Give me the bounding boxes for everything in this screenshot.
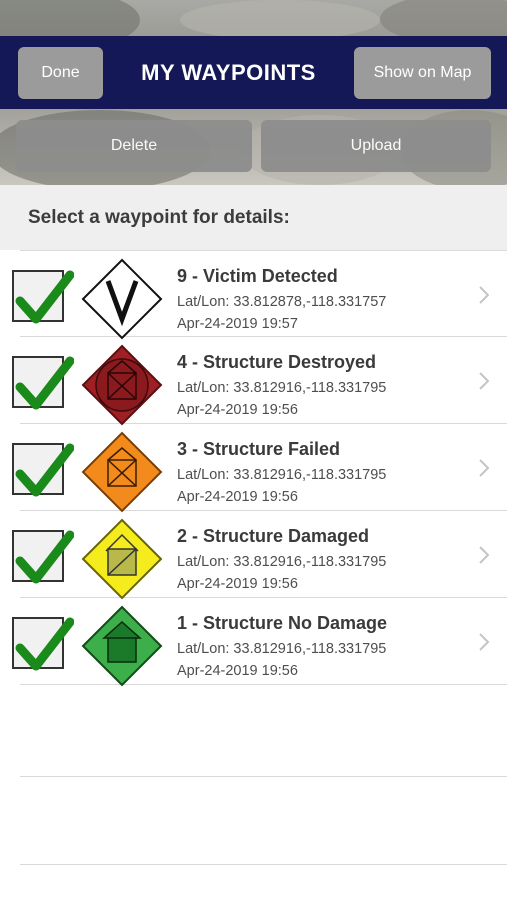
chevron-right-icon [479, 459, 489, 477]
action-bar: Delete Upload [0, 120, 507, 174]
waypoint-latlon: Lat/Lon: 33.812916,-118.331795 [177, 380, 387, 396]
waypoint-row[interactable]: 4 - Structure Destroyed Lat/Lon: 33.8129… [12, 337, 507, 426]
list-separator [20, 864, 507, 865]
structure-failed-icon [81, 431, 163, 513]
nav-bar: Done MY WAYPOINTS Show on Map [0, 36, 507, 109]
waypoint-latlon: Lat/Lon: 33.812916,-118.331795 [177, 467, 387, 483]
waypoint-title: 4 - Structure Destroyed [177, 352, 377, 372]
show-on-map-button[interactable]: Show on Map [354, 46, 491, 99]
waypoint-title: 9 - Victim Detected [177, 266, 338, 286]
waypoint-latlon: Lat/Lon: 33.812916,-118.331795 [177, 554, 387, 570]
waypoint-row[interactable]: 3 - Structure Failed Lat/Lon: 33.812916,… [12, 424, 507, 513]
waypoint-title: 1 - Structure No Damage [177, 613, 388, 633]
list-separator [20, 776, 507, 777]
waypoint-row[interactable]: 2 - Structure Damaged Lat/Lon: 33.812916… [12, 511, 507, 600]
waypoint-timestamp: Apr-24-2019 19:56 [177, 663, 298, 679]
chevron-right-icon [479, 286, 489, 304]
checkmark-icon [15, 530, 74, 584]
chevron-right-icon [479, 633, 489, 651]
victim-detected-icon [81, 258, 163, 340]
waypoint-timestamp: Apr-24-2019 19:56 [177, 489, 298, 505]
waypoint-title: 2 - Structure Damaged [177, 526, 370, 546]
waypoint-title: 3 - Structure Failed [177, 439, 341, 459]
structure-destroyed-icon [81, 344, 163, 426]
waypoint-timestamp: Apr-24-2019 19:56 [177, 576, 298, 592]
done-button[interactable]: Done [18, 46, 103, 99]
structure-no-damage-icon [81, 605, 163, 687]
chevron-right-icon [479, 372, 489, 390]
structure-damaged-icon [81, 518, 163, 600]
delete-button[interactable]: Delete [16, 120, 252, 172]
waypoint-timestamp: Apr-24-2019 19:57 [177, 316, 298, 332]
waypoint-latlon: Lat/Lon: 33.812916,-118.331795 [177, 641, 387, 657]
chevron-right-icon [479, 546, 489, 564]
waypoint-list: 9 - Victim Detected Lat/Lon: 33.812878,-… [0, 250, 507, 687]
page-title: MY WAYPOINTS [141, 59, 316, 85]
waypoint-latlon: Lat/Lon: 33.812878,-118.331757 [177, 294, 387, 310]
waypoint-row[interactable]: 9 - Victim Detected Lat/Lon: 33.812878,-… [12, 250, 507, 340]
waypoint-row[interactable]: 1 - Structure No Damage Lat/Lon: 33.8129… [12, 598, 507, 687]
upload-button[interactable]: Upload [261, 120, 491, 172]
checkmark-icon [15, 617, 74, 671]
waypoint-timestamp: Apr-24-2019 19:56 [177, 402, 298, 418]
checkmark-icon [15, 356, 74, 410]
section-header: Select a waypoint for details: [0, 185, 507, 250]
checkmark-icon [15, 270, 74, 324]
checkmark-icon [15, 443, 74, 497]
